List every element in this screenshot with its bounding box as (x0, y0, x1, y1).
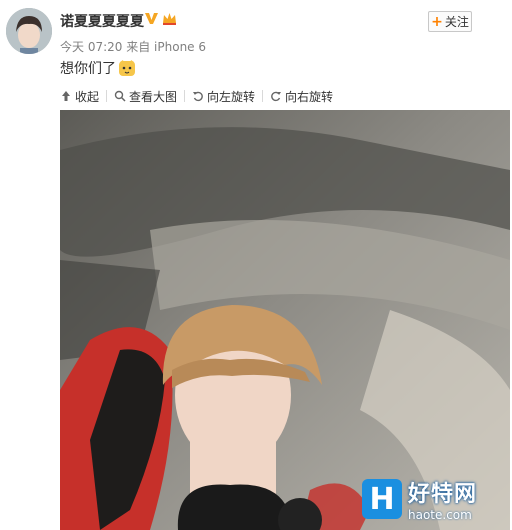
follow-label: 关注 (444, 15, 469, 29)
view-large-button[interactable]: 查看大图 (114, 88, 177, 105)
post-text: 想你们了 (60, 58, 136, 78)
toolbar-divider (262, 90, 264, 102)
rotate-left-button[interactable]: 向左旋转 (192, 88, 255, 105)
watermark-url: haote.com (408, 508, 472, 522)
rotate-right-icon (271, 91, 282, 102)
site-watermark: H 好特网 haote.com (362, 474, 494, 524)
magnifier-icon (114, 90, 126, 102)
rotate-right-label: 向右旋转 (285, 89, 334, 104)
avatar[interactable] (6, 8, 52, 54)
watermark-name: 好特网 (408, 482, 478, 507)
watermark-text: 好特网 haote.com (408, 476, 477, 522)
collapse-label: 收起 (75, 89, 100, 104)
crown-icon (163, 13, 176, 25)
collapse-arrow-icon (62, 91, 70, 101)
plus-icon: + (431, 13, 443, 30)
cute-cat-emoji-icon (119, 60, 135, 76)
post-source[interactable]: 来自 iPhone 6 (126, 40, 206, 54)
post-meta: 今天 07:20 来自 iPhone 6 (60, 38, 206, 55)
watermark-logo: H (362, 479, 402, 519)
rotate-left-icon (193, 91, 203, 102)
verified-v-icon (145, 13, 158, 24)
collapse-button[interactable]: 收起 (60, 88, 99, 105)
post-timestamp[interactable]: 今天 07:20 (60, 40, 122, 54)
rotate-right-button[interactable]: 向右旋转 (270, 88, 333, 105)
username[interactable]: 诺夏夏夏夏夏 (60, 11, 144, 31)
follow-button[interactable]: + 关注 (428, 11, 472, 32)
toolbar-divider (184, 90, 186, 102)
post-image[interactable] (60, 110, 510, 530)
rotate-left-label: 向左旋转 (207, 89, 256, 104)
view-large-label: 查看大图 (129, 89, 178, 104)
image-toolbar: 收起 查看大图 向左旋转 向右旋转 (60, 86, 333, 106)
toolbar-divider (106, 90, 108, 102)
post-body: 想你们了 (60, 61, 116, 77)
